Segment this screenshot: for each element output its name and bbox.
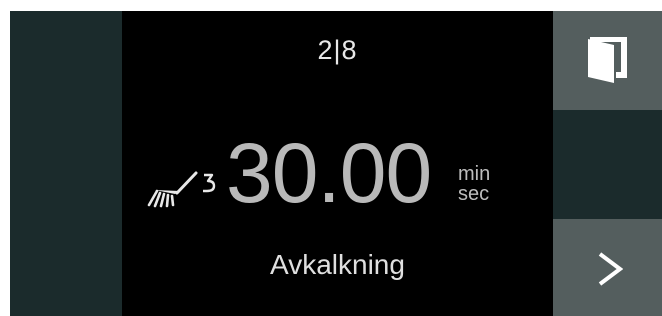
descaling-brush-icon — [147, 171, 216, 208]
timer-units: min sec — [458, 164, 490, 204]
play-arrow-icon — [598, 252, 623, 286]
left-panel — [10, 11, 122, 316]
appliance-display: 2|8 30.00 min sec Avkalkning — [10, 11, 662, 316]
unit-min-label: min — [458, 163, 491, 185]
door-button[interactable] — [553, 11, 662, 110]
unit-sec-label: sec — [458, 183, 490, 205]
program-label: Avkalkning — [270, 249, 405, 280]
door-icon — [588, 37, 627, 83]
next-button[interactable] — [553, 219, 662, 316]
timer-value: 30.00 — [226, 126, 432, 220]
main-display: 2|8 30.00 min sec Avkalkning — [122, 11, 553, 316]
right-panel — [553, 11, 662, 316]
step-indicator: 2|8 — [317, 35, 358, 65]
